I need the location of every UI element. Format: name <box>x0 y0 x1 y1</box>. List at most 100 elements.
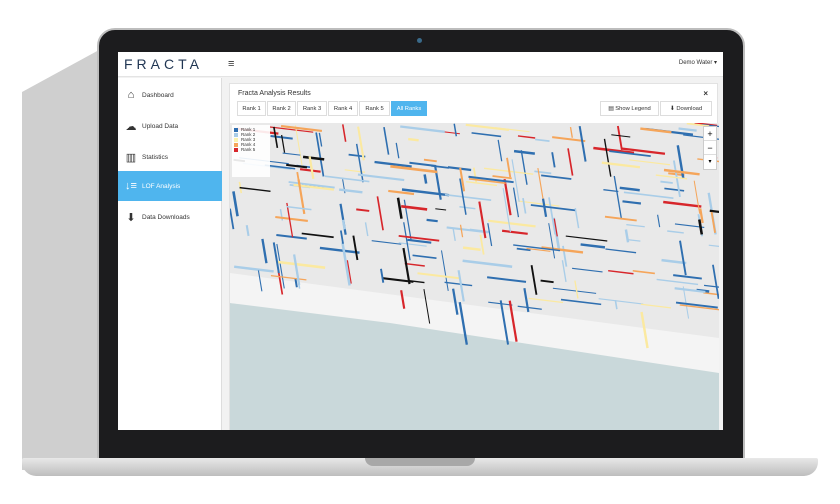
pipe-segment <box>528 297 564 304</box>
pipe-segment <box>457 270 465 302</box>
pipe-segment <box>401 205 428 211</box>
pipe-segment <box>286 205 312 211</box>
pipe-segment <box>703 292 721 296</box>
tab-all-ranks[interactable]: All Ranks <box>391 101 427 116</box>
camera <box>417 38 422 43</box>
pipe-segment <box>574 280 579 299</box>
pipe-segment <box>376 196 384 231</box>
pipe-segment <box>598 298 644 305</box>
pipe-segment <box>407 238 432 244</box>
pipe-segment <box>398 242 427 247</box>
sidebar-item-label: Statistics <box>142 153 169 161</box>
pipe-segment <box>535 138 550 142</box>
pipe-segment <box>431 164 449 169</box>
pipe-segment <box>487 219 536 228</box>
legend-swatch <box>234 132 238 137</box>
show-legend-button[interactable]: ▤ Show Legend <box>600 101 659 116</box>
sidebar: ⌂ Dashboard ☁ Upload Data ▥ Statistics ↓≡ LO… <box>118 78 222 430</box>
pipe-segment <box>678 127 697 132</box>
legend-swatch <box>234 127 238 132</box>
download-button[interactable]: ⬇ Download <box>660 101 712 116</box>
pipe-segment <box>487 223 493 247</box>
pipe-segment <box>503 178 512 216</box>
pipe-segment <box>640 303 672 309</box>
pipe-segment <box>390 165 438 174</box>
pipe-segment <box>511 159 520 202</box>
sort-icon: ↓≡ <box>125 180 137 192</box>
sidebar-item-dashboard[interactable]: ⌂ Dashboard <box>118 80 222 110</box>
pipe-segment <box>611 134 631 138</box>
pipe-segment <box>656 278 699 286</box>
tab-rank-5[interactable]: Rank 5 <box>359 101 390 116</box>
home-icon: ⌂ <box>127 89 135 101</box>
sidebar-item-statistics[interactable]: ▥ Statistics <box>118 142 222 172</box>
pipe-segment <box>679 240 687 276</box>
pipe-segment <box>629 159 671 166</box>
pipe-segment <box>261 238 268 264</box>
pipe-segment <box>356 208 370 212</box>
map[interactable]: Rank 1 Rank 2 Rank 3 Rank 4 Rank 5 + − ▾ <box>229 122 723 430</box>
zoom-in-button[interactable]: + <box>704 127 716 141</box>
pipe-segment <box>513 149 535 155</box>
pipe-segment <box>487 276 527 283</box>
screen: FRACTA ≡ Demo Water ▾ ⌂ Dashboard ☁ Upload… <box>118 52 723 430</box>
menu-icon[interactable]: ≡ <box>228 58 234 70</box>
tab-rank-4[interactable]: Rank 4 <box>328 101 358 116</box>
pipe-segment <box>534 170 552 175</box>
pipe-segment <box>371 240 402 245</box>
pipe-segment <box>565 235 608 242</box>
cloud-upload-icon: ☁ <box>125 120 137 133</box>
pipe-segment <box>517 135 536 139</box>
pipe-segment <box>453 123 458 137</box>
pipe-segment <box>404 262 425 267</box>
pipe-segment <box>552 287 597 294</box>
pipe-segment <box>660 180 673 184</box>
tab-rank-2[interactable]: Rank 2 <box>267 101 296 116</box>
pipe-segment <box>551 152 556 168</box>
pipe-segment <box>632 270 655 275</box>
pipe-segment <box>357 173 405 182</box>
pipe-segment <box>517 305 542 310</box>
pipe-segment <box>272 242 280 274</box>
pipe-segment <box>522 197 527 214</box>
pipe-segment <box>530 265 538 295</box>
pipe-segment <box>462 259 513 268</box>
pipe-segment <box>286 163 308 169</box>
pipe-segment <box>245 224 250 237</box>
pipe-segment <box>417 272 460 280</box>
pipe-segment <box>423 158 437 163</box>
pipe-segment <box>613 175 622 219</box>
tab-rank-3[interactable]: Rank 3 <box>297 101 327 116</box>
close-icon[interactable]: × <box>703 89 708 98</box>
sidebar-item-label: Dashboard <box>142 91 174 99</box>
pipe-segment <box>396 197 403 219</box>
legend-label: Rank 5 <box>241 147 256 152</box>
pipe-segment <box>497 139 503 162</box>
pipe-segment <box>277 260 326 269</box>
pipe-segment <box>572 267 603 273</box>
pipe-segment <box>380 268 385 283</box>
sidebar-item-lof-analysis[interactable]: ↓≡ LOF Analysis <box>118 171 222 201</box>
sidebar-item-upload-data[interactable]: ☁ Upload Data <box>118 111 222 141</box>
pipe-segment <box>282 152 301 156</box>
pipe-network-map <box>229 122 723 430</box>
zoom-out-button[interactable]: − <box>704 141 716 155</box>
sidebar-item-label: LOF Analysis <box>142 182 181 190</box>
pipe-segment <box>580 243 606 249</box>
pipe-segment <box>233 265 274 273</box>
tab-rank-1[interactable]: Rank 1 <box>237 101 266 116</box>
pipe-segment <box>578 125 587 162</box>
pipe-segment <box>364 222 369 237</box>
pipe-segment <box>616 125 623 150</box>
reset-bearing-button[interactable]: ▾ <box>704 155 716 169</box>
pipe-segment <box>339 188 363 194</box>
user-menu[interactable]: Demo Water ▾ <box>679 59 717 66</box>
sidebar-item-label: Data Downloads <box>142 213 190 221</box>
legend-swatch <box>234 137 238 142</box>
sidebar-item-data-downloads[interactable]: ⬇ Data Downloads <box>118 202 222 232</box>
legend-swatch <box>234 147 238 152</box>
pipe-segment <box>412 254 437 260</box>
pipe-segment <box>626 223 645 228</box>
sidebar-item-label: Upload Data <box>142 122 179 130</box>
pipe-segment <box>276 234 307 240</box>
